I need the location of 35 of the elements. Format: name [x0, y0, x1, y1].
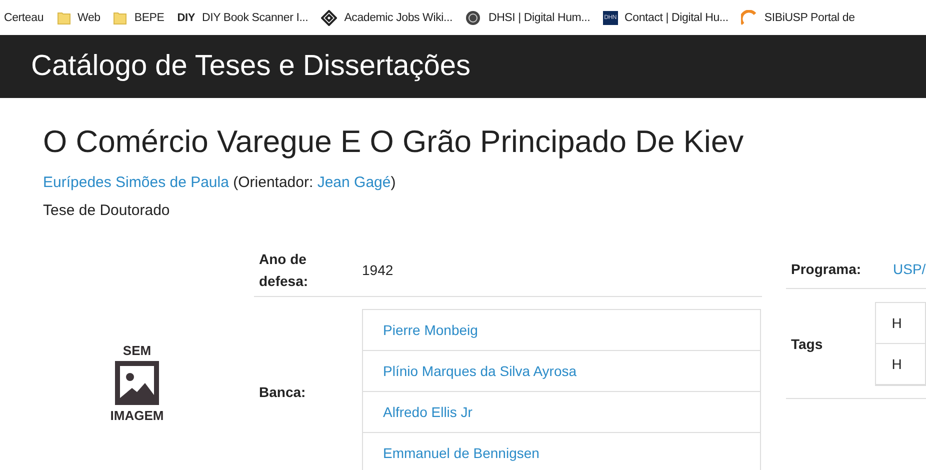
bookmark[interactable]: BEPE: [113, 10, 164, 24]
site-title[interactable]: Catálogo de Teses e Dissertações: [31, 50, 471, 83]
bookmark[interactable]: DIY DIY Book Scanner I...: [177, 12, 308, 24]
field-label: Programa:: [790, 261, 862, 277]
tag-item[interactable]: H: [876, 302, 925, 344]
committee-member-link[interactable]: Alfredo Ellis Jr: [363, 392, 760, 433]
diamond-icon: [321, 10, 338, 26]
bookmark[interactable]: SIBiUSP Portal de: [741, 10, 855, 26]
bookmark[interactable]: DHSI | Digital Hum...: [465, 10, 590, 26]
no-image-text: SEM: [122, 343, 152, 358]
thesis-type: Tese de Doutorado: [43, 202, 171, 219]
arc-icon: [741, 10, 758, 26]
program-link[interactable]: USP/: [893, 261, 926, 277]
bookmark[interactable]: Web: [56, 10, 100, 24]
advisor-link[interactable]: Jean Gagé: [317, 174, 391, 191]
field-label: Ano de defesa:: [258, 250, 310, 290]
image-placeholder-icon: [114, 361, 159, 405]
folder-icon: [56, 10, 71, 24]
advisor-label: (Orientador:: [233, 174, 314, 191]
logo-text: DIY: [177, 12, 195, 24]
committee-member-link[interactable]: Pierre Monbeig: [363, 310, 760, 351]
folder-icon: [113, 10, 128, 24]
globe-icon: [465, 10, 482, 26]
bookmark[interactable]: Academic Jobs Wiki...: [321, 10, 452, 26]
committee-member-link[interactable]: Emmanuel de Bennigsen: [363, 433, 760, 470]
closing-paren: ): [390, 174, 396, 191]
no-image-text: IMAGEM: [110, 408, 164, 423]
tag-item[interactable]: H: [876, 344, 925, 384]
committee-member-link[interactable]: Plínio Marques da Silva Ayrosa: [363, 351, 760, 392]
thesis-title: O Comércio Varegue E O Grão Principado De Kiev: [43, 124, 745, 160]
field-label: Tags: [790, 336, 824, 352]
field-value: 1942: [362, 262, 394, 278]
bookmark[interactable]: Certeau: [4, 12, 44, 24]
author-link[interactable]: Eurípedes Simões de Paula: [43, 174, 229, 191]
field-label: Banca:: [258, 384, 307, 400]
